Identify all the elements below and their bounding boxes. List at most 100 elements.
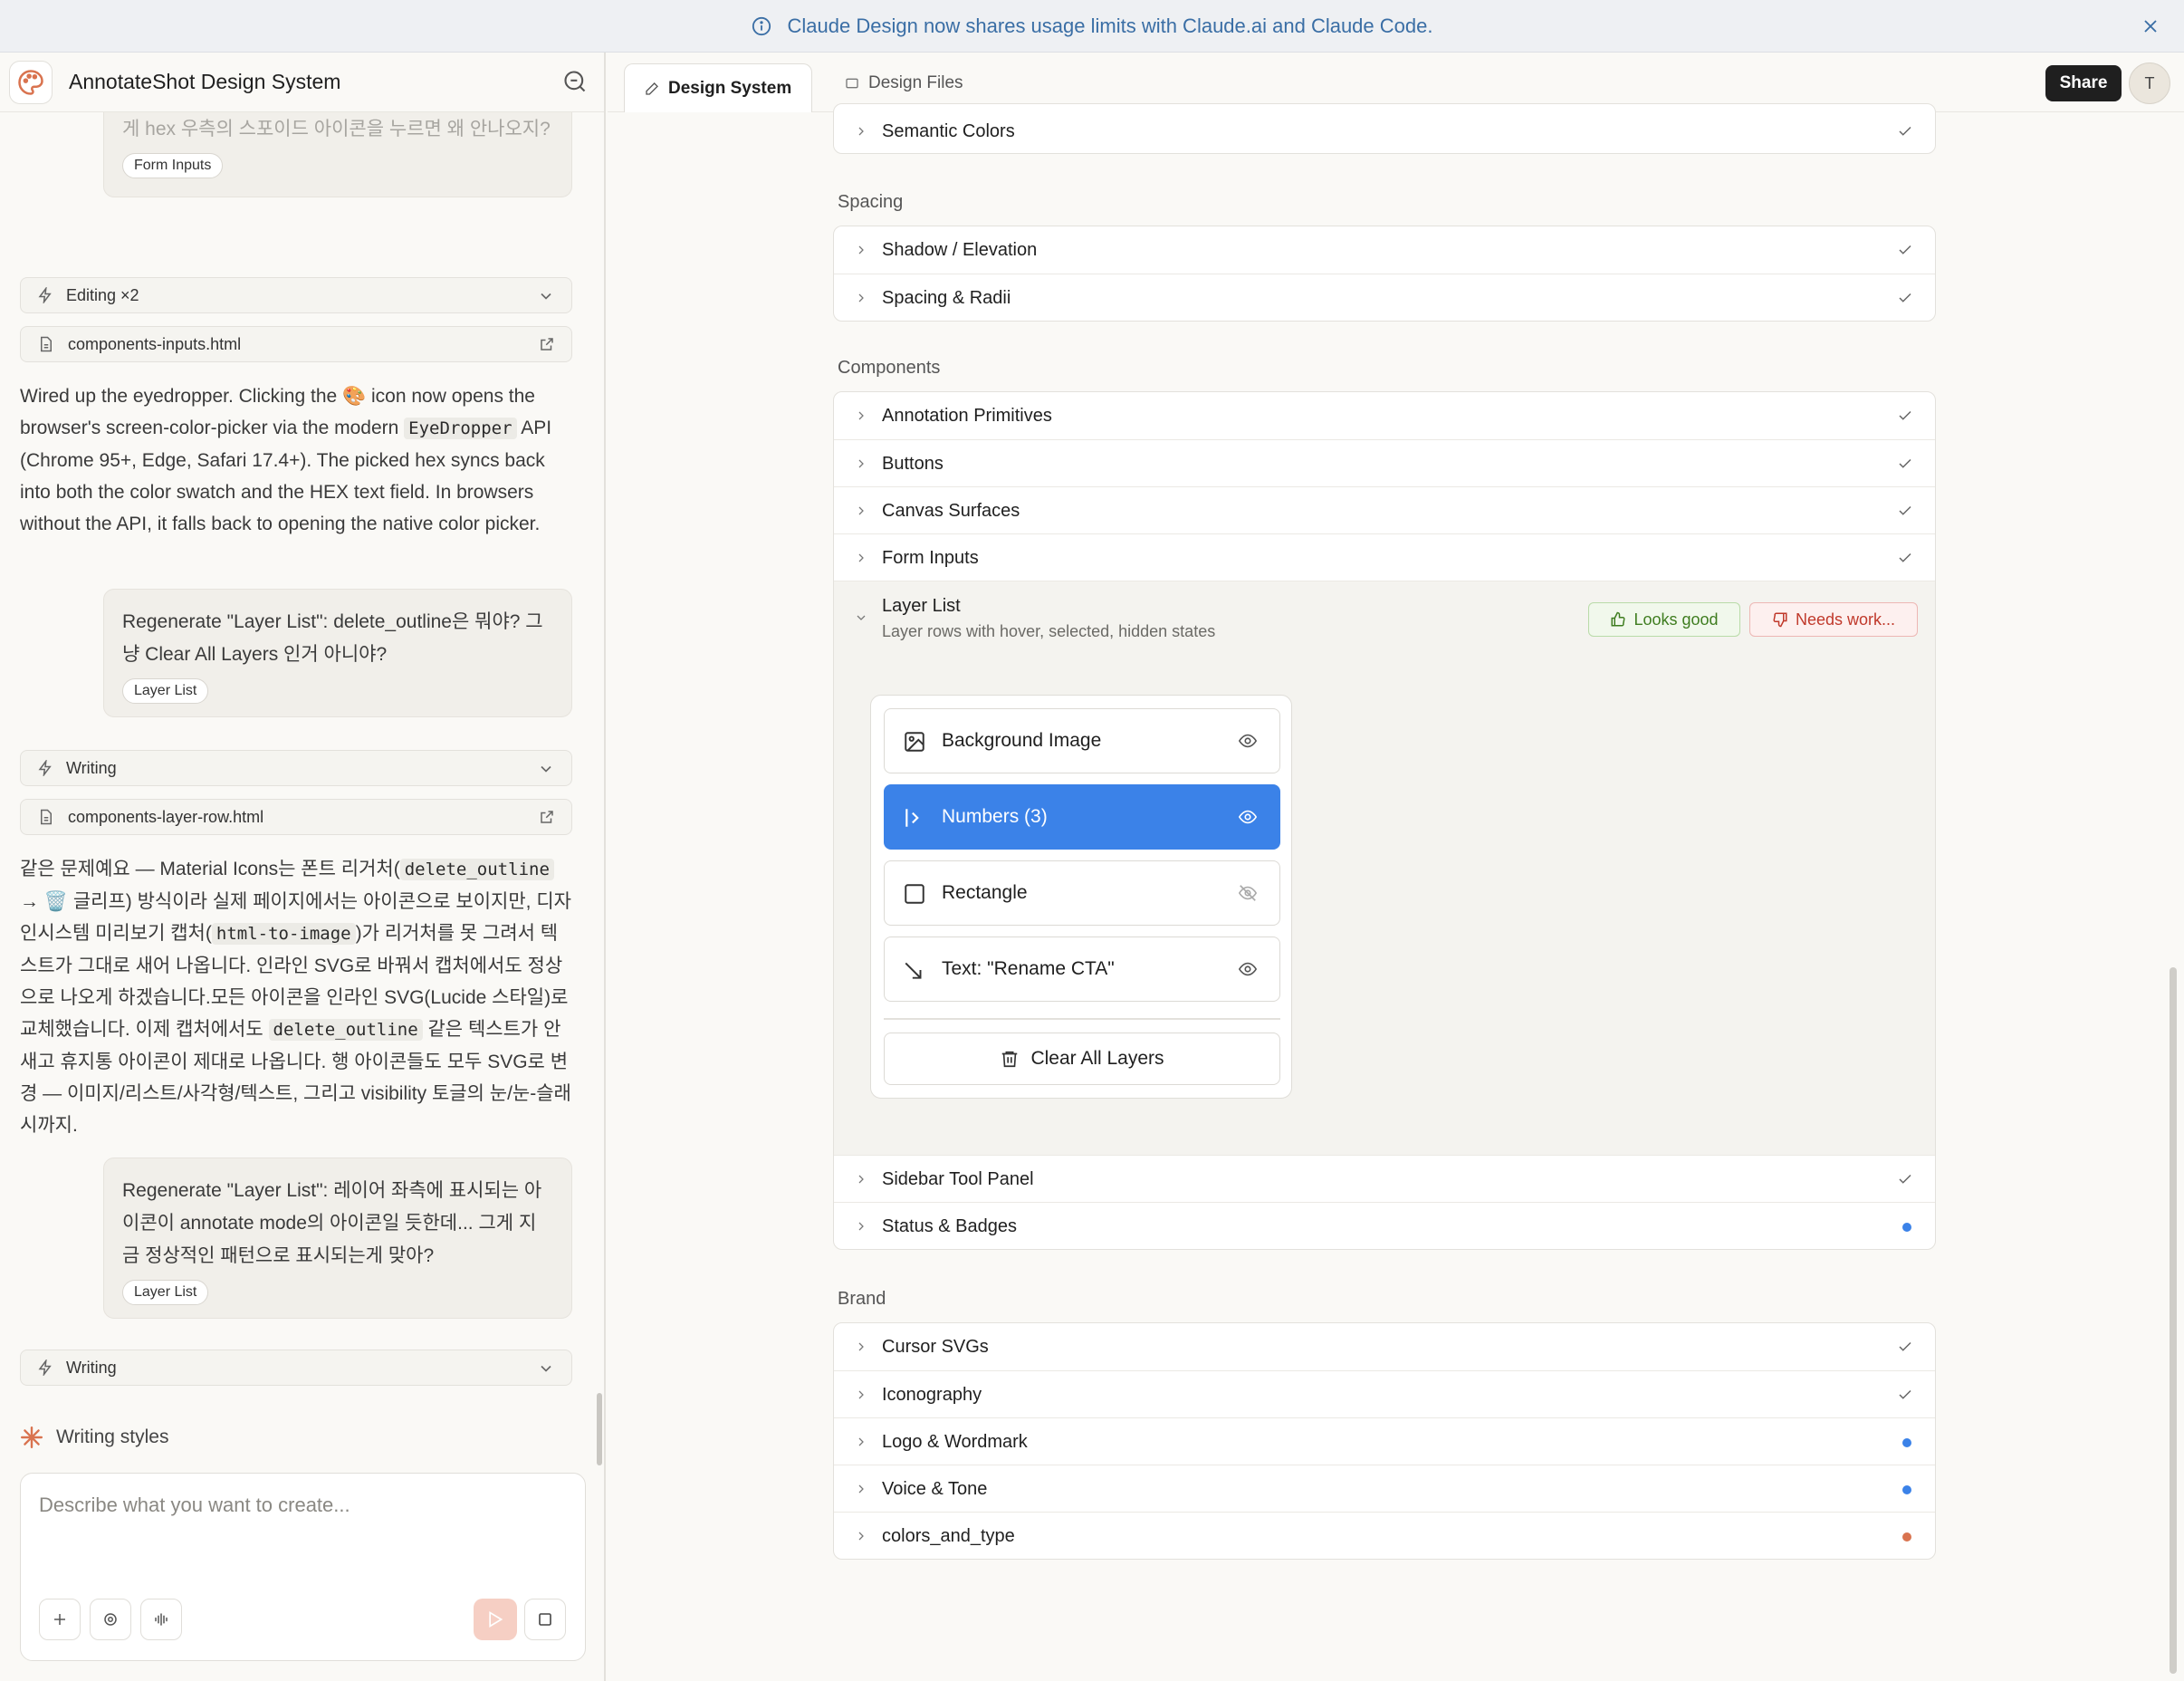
chevron-right-icon [858,245,864,255]
lightning-icon [38,760,52,776]
assistant-message: 같은 문제예요 — Material Icons는 폰트 리거처( delete_… [20,853,572,1141]
file-row[interactable]: components-layer-row.html [20,799,572,835]
accordion-row[interactable]: Annotation Primitives [834,392,1935,439]
chat-scrollbar[interactable] [597,1393,602,1465]
accordion-label: Iconography [882,1385,982,1405]
chevron-right-icon [858,1532,864,1541]
file-row[interactable]: components-inputs.html [20,326,572,362]
chevron-down-icon [541,765,551,773]
chevron-right-icon [858,1342,864,1351]
close-icon [2144,20,2157,33]
message-text: Regenerate "Layer List": 레이어 좌측에 표시되는 아이… [122,1180,542,1266]
message-tag[interactable]: Layer List [122,678,209,704]
chevron-right-icon [858,506,864,515]
voice-button[interactable] [140,1599,182,1640]
accordion-row[interactable]: Shadow / Elevation [834,226,1935,274]
layer-row[interactable]: Text: "Rename CTA" [884,937,1280,1002]
send-icon [489,1611,503,1628]
layer-name: Numbers (3) [942,806,1048,827]
usage-banner: Claude Design now shares usage limits wi… [0,0,2184,53]
accordion-row[interactable]: Form Inputs [834,533,1935,581]
accordion-row[interactable]: Buttons [834,439,1935,486]
accordion-label: colors_and_type [882,1526,1015,1546]
tab-design-system[interactable]: Design System [624,63,813,112]
share-button[interactable]: Share [2045,65,2122,101]
square-icon [905,884,924,904]
tool-call-row[interactable]: Editing ×2 [20,277,572,313]
trash-icon [1002,1051,1018,1068]
tool-call-row[interactable]: Writing [20,1350,572,1386]
add-attachment-button[interactable] [39,1599,81,1640]
section-title: Components [838,358,941,378]
chevron-right-icon [858,1222,864,1231]
composer-input[interactable]: Describe what you want to create... [39,1494,350,1517]
message-tag[interactable]: Layer List [122,1280,209,1305]
lightning-icon [38,1359,52,1376]
eye-icon[interactable] [1236,959,1260,979]
accordion-row[interactable]: Voice & Tone [834,1465,1935,1512]
section-colors: Semantic Colors [833,103,1936,154]
tool-call-row[interactable]: Writing [20,750,572,786]
banner-close-button[interactable] [2137,13,2164,40]
chevron-right-icon [858,1175,864,1184]
send-button[interactable] [474,1599,517,1640]
eye-off-icon[interactable] [1236,883,1260,903]
target-icon [104,1613,117,1626]
tab-design-files[interactable]: Design Files [825,63,983,103]
accordion-row-layer-list[interactable]: Layer List Layer rows with hover, select… [834,581,1935,657]
accordion-row[interactable]: Canvas Surfaces [834,486,1935,533]
design-scrollbar[interactable] [2170,967,2177,1674]
avatar[interactable]: T [2129,62,2170,104]
accordion-row[interactable]: colors_and_type [834,1512,1935,1559]
accordion-row[interactable]: Logo & Wordmark [834,1417,1935,1465]
writing-styles-status: Writing styles [20,1426,168,1449]
stop-button[interactable] [524,1599,566,1640]
accordion-label: Annotation Primitives [882,406,1052,426]
message-text: 같은 문제예요 — Material Icons는 폰트 리거처( [20,859,400,879]
accordion-label: Shadow / Elevation [882,240,1038,260]
message-text: Regenerate "Layer List": delete_outline은… [122,611,543,665]
needs-work-button[interactable]: Needs work... [1749,602,1918,637]
accordion-label: Spacing & Radii [882,288,1011,308]
notifications-button[interactable] [562,69,588,94]
chat-messages[interactable]: 게 hex 우측의 스포이드 아이콘을 누르면 왜 안나오지? Form Inp… [0,112,604,1471]
inline-code: delete_outline [268,1019,423,1041]
accordion-row[interactable]: Iconography [834,1370,1935,1417]
clear-all-label: Clear All Layers [1030,1048,1164,1069]
eye-icon[interactable] [1236,731,1260,751]
accordion-row[interactable]: Sidebar Tool Panel [834,1155,1935,1202]
chevron-right-icon [858,1390,864,1399]
chevron-down-icon [857,615,866,620]
app-title: AnnotateShot Design System [69,70,341,93]
accordion-row[interactable]: Semantic Colors [834,108,1935,153]
eye-icon[interactable] [1236,807,1260,827]
chevron-right-icon [858,459,864,468]
composer[interactable]: Describe what you want to create... [20,1473,586,1661]
looks-good-button[interactable]: Looks good [1588,602,1740,637]
plus-icon [54,1614,65,1625]
external-link-icon [541,811,553,823]
accordion-label: Form Inputs [882,548,979,568]
accordion-row[interactable]: Spacing & Radii [834,274,1935,321]
assistant-message: Wired up the eyedropper. Clicking the 🎨 … [20,380,572,540]
message-text: 게 hex 우측의 스포이드 아이콘을 누르면 왜 안나오지? [122,119,551,139]
layer-row[interactable]: Background Image [884,708,1280,773]
file-icon [41,336,52,352]
check-icon [1899,552,1911,562]
check-icon [1899,1341,1911,1351]
design-panel: Design System Design Files Share T Seman… [608,53,2184,1681]
message-tag[interactable]: Form Inputs [122,153,224,178]
layer-row-hidden[interactable]: Rectangle [884,860,1280,926]
clear-all-layers-button[interactable]: Clear All Layers [884,1033,1280,1085]
app-logo[interactable] [9,60,53,104]
accordion-row[interactable]: Cursor SVGs [834,1323,1935,1370]
tool-call-label: Writing [66,758,117,777]
section-title: Spacing [838,192,904,212]
pending-dot [1902,1485,1911,1494]
looks-good-label: Looks good [1633,610,1719,629]
settings-button[interactable] [90,1599,131,1640]
layer-row-selected[interactable]: Numbers (3) [884,784,1280,850]
writing-styles-label: Writing styles [56,1426,169,1447]
external-link-icon [541,338,553,351]
accordion-row[interactable]: Status & Badges [834,1202,1935,1249]
